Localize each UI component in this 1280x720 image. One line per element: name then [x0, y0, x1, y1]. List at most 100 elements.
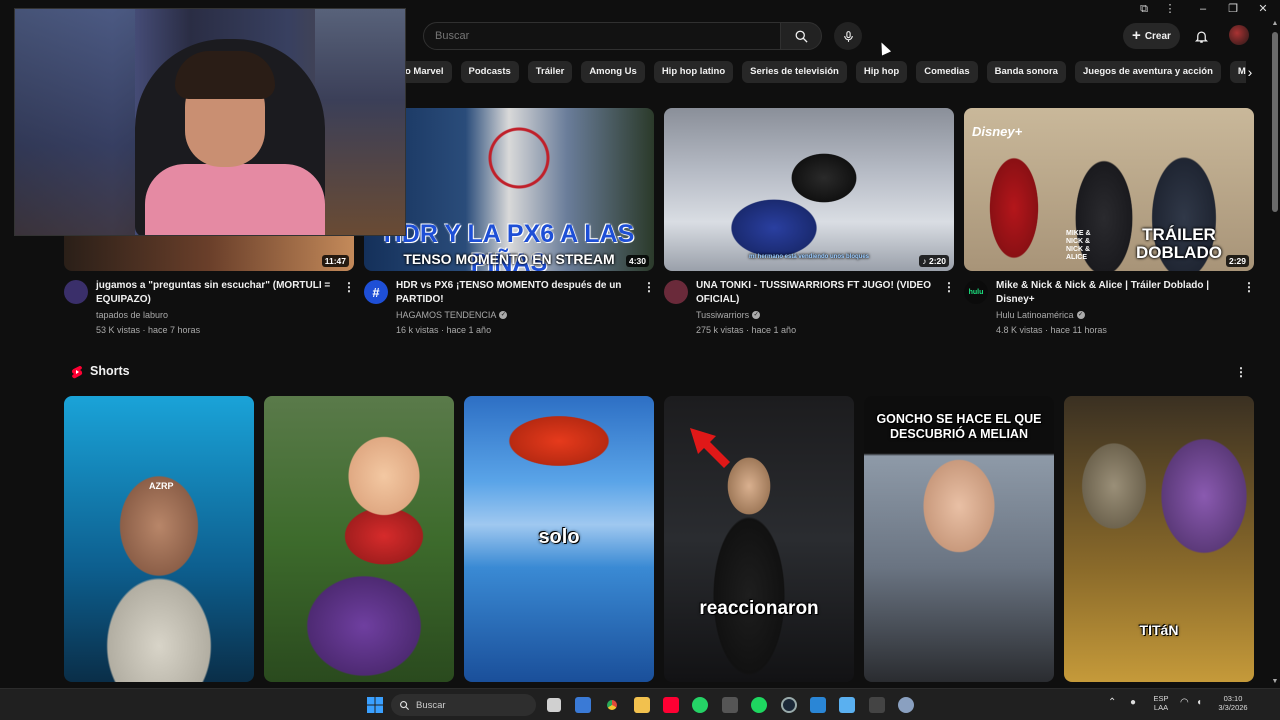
language-indicator[interactable]: ESP LAA [1150, 694, 1172, 712]
channel-name-text: Hulu Latinoamérica [996, 310, 1074, 320]
tray-chevron-icon[interactable]: ⌃ [1108, 698, 1116, 708]
video-title-1[interactable]: jugamos a "preguntas sin escuchar" (MORT… [96, 279, 336, 307]
channel-name-4[interactable]: Hulu Latinoamérica ✓ [996, 310, 1085, 320]
search-box[interactable] [423, 22, 781, 50]
shorts-more-options-icon[interactable]: ⋮ [1235, 364, 1247, 380]
app-icon[interactable] [722, 697, 738, 713]
channel-avatar-4[interactable]: hulu [964, 280, 988, 304]
video-thumbnail-2[interactable]: HDR Y LA PX6 A LAS PIÑAS TENSO MOMENTO E… [364, 108, 654, 271]
create-button[interactable]: + Crear [1123, 23, 1180, 49]
chip-8[interactable]: Banda sonora [986, 61, 1066, 83]
short-overlay-text: solo [538, 526, 580, 548]
maximize-icon[interactable]: ❐ [1220, 1, 1246, 17]
verified-icon: ✓ [1076, 311, 1085, 319]
chip-7[interactable]: Comedias [916, 61, 978, 83]
video-meta-3: 275 k vistas · hace 1 año [696, 325, 797, 335]
video-thumbnail-4[interactable]: Disney+ MIKE & NICK & NICK & ALICE TRÁIL… [964, 108, 1254, 271]
age-text: hace 11 horas [1050, 325, 1107, 335]
poster-title: MIKE & NICK & NICK & ALICE [1066, 230, 1091, 261]
chip-2[interactable]: Tráiler [527, 61, 573, 83]
spotify-icon[interactable] [751, 697, 767, 713]
chip-5[interactable]: Series de televisión [742, 61, 847, 83]
more-options-icon[interactable]: ⋮ [343, 279, 355, 295]
short-item-3[interactable]: solo [464, 396, 654, 682]
browser-menu-icon[interactable]: ⋮ [1157, 1, 1183, 17]
channel-avatar-3[interactable] [664, 280, 688, 304]
video-title-3[interactable]: UNA TONKI - TUSSIWARRIORS FT JUGO! (VIDE… [696, 279, 936, 307]
channel-name-1[interactable]: tapados de laburo [96, 310, 168, 320]
chip-1[interactable]: Podcasts [460, 61, 519, 83]
shorts-icon [71, 366, 83, 379]
close-icon[interactable]: ✕ [1250, 1, 1276, 17]
search-button[interactable] [780, 22, 822, 50]
search-icon [400, 700, 410, 710]
channel-name-2[interactable]: HAGAMOS TENDENCIA ✓ [396, 310, 508, 320]
channel-name-text: HAGAMOS TENDENCIA [396, 310, 497, 320]
scroll-down-icon[interactable]: ▼ [1270, 678, 1280, 688]
create-label: Crear [1144, 30, 1171, 42]
notifications-button[interactable] [1190, 25, 1212, 47]
thumbnail-subtitle: mi hermano está vendiendo unos bloques [748, 254, 870, 260]
video-meta-2: 16 k vistas · hace 1 año [396, 325, 492, 335]
store-icon[interactable] [575, 697, 591, 713]
steam-icon[interactable] [781, 697, 797, 713]
chip-9[interactable]: Juegos de aventura y acción [1074, 61, 1221, 83]
scroll-up-icon[interactable]: ▲ [1270, 20, 1280, 30]
tray-mic-icon[interactable]: ● [1130, 698, 1136, 708]
plus-icon: + [1132, 27, 1141, 44]
chrome-icon[interactable] [604, 697, 620, 713]
chip-4[interactable]: Hip hop latino [653, 61, 734, 83]
volume-icon[interactable]: ◖ [1196, 698, 1202, 708]
voice-search-button[interactable] [834, 22, 862, 50]
short-item-5[interactable]: GONCHO SE HACE EL QUE DESCUBRIÓ A MELIAN [864, 396, 1054, 682]
shorts-section-title: Shorts [90, 364, 130, 378]
video-meta-1: 53 K vistas · hace 7 horas [96, 325, 201, 335]
wifi-icon[interactable]: ◠ [1180, 698, 1189, 708]
bell-icon [1194, 31, 1208, 43]
search-input[interactable] [435, 23, 780, 49]
thumbnail-caption-bottom: TENSO MOMENTO EN STREAM [403, 251, 615, 267]
video-title-4[interactable]: Mike & Nick & Nick & Alice | Tráiler Dob… [996, 279, 1236, 307]
file-explorer-icon[interactable] [634, 697, 650, 713]
more-options-icon[interactable]: ⋮ [1243, 279, 1255, 295]
short-item-4[interactable]: reaccionaron [664, 396, 854, 682]
app-icon-2[interactable] [869, 697, 885, 713]
short-item-6[interactable]: TITáN [1064, 396, 1254, 682]
more-options-icon[interactable]: ⋮ [943, 279, 955, 295]
channel-name-text: Tussiwarriors [696, 310, 750, 320]
settings-icon[interactable] [898, 697, 914, 713]
video-thumbnail-3[interactable]: mi hermano está vendiendo unos bloques ♪… [664, 108, 954, 271]
more-options-icon[interactable]: ⋮ [643, 279, 655, 295]
short-overlay-text: GONCHO SE HACE EL QUE DESCUBRIÓ A MELIAN [876, 412, 1042, 441]
page-scrollbar[interactable]: ▲ ▼ [1270, 20, 1280, 688]
task-view-icon[interactable] [547, 698, 561, 712]
video-title-2[interactable]: HDR vs PX6 ¡TENSO MOMENTO después de un … [396, 279, 636, 307]
minimize-icon[interactable]: – [1190, 1, 1216, 17]
channel-avatar-1[interactable] [64, 280, 88, 304]
short-item-1[interactable]: AZRP [64, 396, 254, 682]
vscode-icon[interactable] [810, 697, 826, 713]
clock[interactable]: 03:10 3/3/2026 [1212, 694, 1254, 712]
age-text: hace 7 horas [148, 325, 201, 335]
cap-logo: AZRP [149, 481, 174, 491]
scroll-thumb[interactable] [1272, 32, 1278, 212]
account-avatar[interactable] [1229, 25, 1249, 45]
whatsapp-icon[interactable] [692, 697, 708, 713]
notepad-icon[interactable] [839, 697, 855, 713]
chip-3[interactable]: Among Us [581, 61, 645, 83]
video-duration: 2:29 [1225, 255, 1249, 267]
windows-start-icon[interactable] [367, 697, 383, 713]
channel-name-text: tapados de laburo [96, 310, 169, 320]
music-note-icon: ♪ [922, 256, 929, 266]
channel-name-3[interactable]: Tussiwarriors ✓ [696, 310, 761, 320]
channel-avatar-2[interactable]: # [364, 280, 388, 304]
youtube-app-icon[interactable] [663, 697, 679, 713]
chevron-right-icon[interactable]: › [1242, 64, 1258, 80]
views-text: 4.8 K vistas [996, 325, 1043, 335]
chip-6[interactable]: Hip hop [855, 61, 908, 83]
taskbar-search[interactable]: Buscar [391, 694, 536, 716]
short-item-2[interactable] [264, 396, 454, 682]
mouse-cursor [876, 40, 892, 56]
extensions-icon[interactable]: ⧉ [1131, 1, 1157, 17]
disney-plus-logo: Disney+ [972, 124, 1023, 139]
